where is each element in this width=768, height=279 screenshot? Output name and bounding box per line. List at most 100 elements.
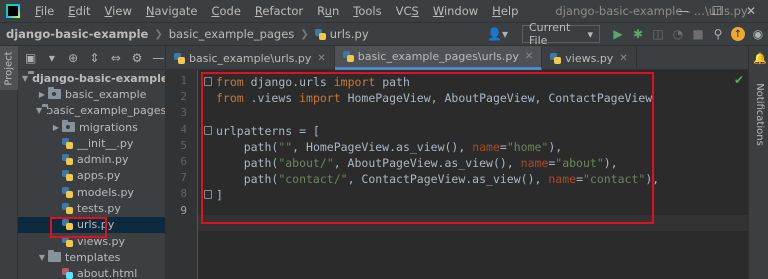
code-token: path(: [216, 156, 279, 170]
menu-window[interactable]: Window: [426, 0, 485, 22]
code-token: =: [576, 172, 583, 187]
close-icon[interactable]: ✕: [619, 53, 627, 64]
folder-icon: [48, 250, 61, 263]
menu-refactor[interactable]: Refactor: [248, 0, 310, 22]
code-token: from: [216, 91, 244, 106]
code-token: name: [520, 156, 549, 170]
line-number: 9: [180, 203, 187, 217]
tree-item-label: migrations: [79, 120, 138, 134]
tree-item[interactable]: models.py: [18, 184, 165, 200]
close-icon[interactable]: ✕: [525, 51, 533, 62]
code-token: import: [333, 75, 376, 89]
tree-item[interactable]: about.html: [18, 266, 165, 279]
tree-item[interactable]: apps.py: [18, 168, 165, 184]
expand-all-icon[interactable]: ⇔: [109, 51, 122, 65]
code-editor[interactable]: ✔ from django.urls import path from .view…: [198, 70, 748, 279]
fold-marker-icon[interactable]: [204, 77, 212, 86]
folder-icon: [48, 87, 61, 100]
hide-icon[interactable]: —: [152, 51, 165, 65]
collapse-all-icon[interactable]: ⇕: [88, 51, 101, 65]
coverage-icon[interactable]: ◫: [648, 23, 668, 45]
tree-item-label: admin.py: [77, 153, 129, 167]
tree-item[interactable]: admin.py: [18, 151, 165, 167]
project-view-icon[interactable]: ▣: [24, 51, 37, 65]
code-token: "home": [506, 139, 549, 154]
line-number: 2: [180, 90, 187, 104]
breadcrumb-folder[interactable]: basic_example_pages: [169, 27, 295, 41]
editor-tab[interactable]: views.py ✕: [542, 46, 637, 70]
tree-item-label: templates: [65, 250, 121, 264]
menu-file[interactable]: File: [28, 0, 61, 22]
profile-icon[interactable]: ◔: [668, 23, 688, 45]
ide-logo-icon[interactable]: ◉: [748, 23, 768, 45]
update-icon[interactable]: ↑: [731, 27, 745, 41]
editor-gutter: 1 2 3 4 5 6 7 8 9: [166, 70, 198, 279]
tree-item[interactable]: ▼ basic_example_pages: [18, 103, 165, 119]
python-file-icon: [314, 28, 326, 40]
breadcrumb-file[interactable]: urls.py: [330, 27, 369, 41]
project-tool-tab-label: Project: [3, 50, 15, 86]
menu-edit[interactable]: Edit: [61, 0, 97, 22]
code-token: ),: [548, 139, 563, 154]
menu-view[interactable]: View: [98, 0, 139, 22]
close-icon[interactable]: ✕: [317, 53, 325, 64]
tree-item[interactable]: ▼django-basic-exampleD:: [18, 70, 165, 86]
chevron-down-icon[interactable]: ▼: [36, 106, 42, 115]
chevron-down-icon[interactable]: ▾: [45, 51, 58, 65]
tree-item[interactable]: ▶ basic_example: [18, 86, 165, 102]
search-icon[interactable]: ⚲: [708, 23, 728, 45]
editor-tab-label: basic_example_pages\urls.py: [357, 50, 519, 63]
menu-navigate[interactable]: Navigate: [139, 0, 205, 22]
code-token: "contact": [583, 172, 646, 187]
tree-item[interactable]: tests.py: [18, 200, 165, 216]
run-icon[interactable]: ▶: [608, 23, 628, 45]
tree-item[interactable]: ▼ templates: [18, 249, 165, 265]
bell-icon[interactable]: 🔔: [753, 52, 767, 65]
tree-item[interactable]: __init__.py: [18, 135, 165, 151]
code-line: from .views import HomePageView, AboutPa…: [216, 90, 652, 106]
gear-icon[interactable]: ⚙: [130, 51, 143, 65]
menu-code[interactable]: Code: [204, 0, 247, 22]
fold-marker-icon[interactable]: [204, 125, 212, 135]
chevron-down-icon[interactable]: ▼: [22, 74, 28, 83]
tree-item-label: __init__.py: [77, 136, 134, 150]
chevron-down-icon[interactable]: ▼: [36, 253, 48, 262]
maximize-button[interactable]: ☐: [700, 0, 734, 22]
notifications-tool-tab[interactable]: Notifications: [750, 74, 768, 154]
fold-marker-icon[interactable]: [204, 190, 212, 200]
code-line: path("about/", AboutPageView.as_view(), …: [216, 155, 618, 171]
project-tool-tab[interactable]: Project: [0, 46, 18, 90]
right-tool-strip: 🔔 Notifications: [748, 46, 768, 279]
editor-tab[interactable]: basic_example_pages\urls.py ✕: [334, 46, 543, 70]
tree-item[interactable]: ▶ migrations: [18, 119, 165, 135]
checkmark-icon: ✔: [733, 73, 744, 87]
line-number: 6: [180, 155, 187, 168]
user-icon[interactable]: 👤▾: [487, 27, 508, 41]
menu-vcs[interactable]: VCS: [389, 0, 426, 22]
run-configuration-select[interactable]: Current File ▾: [522, 21, 600, 47]
debug-icon[interactable]: ✱: [628, 23, 648, 45]
project-tree: ▼django-basic-exampleD:▶basic_example ▼ ba…: [18, 70, 165, 279]
menu-tools[interactable]: Tools: [346, 0, 388, 22]
stop-icon[interactable]: ■: [688, 23, 708, 45]
breadcrumb-project[interactable]: django-basic-example: [6, 27, 148, 41]
line-number: 5: [180, 138, 187, 152]
tree-item-label: basic_example_pages: [46, 104, 166, 118]
python-file-icon: [174, 52, 185, 64]
tree-item-label: tests.py: [77, 202, 121, 216]
minimize-button[interactable]: —: [666, 0, 700, 22]
code-line: from django.urls import path: [216, 74, 410, 90]
editor-tab-label: views.py: [565, 51, 614, 65]
left-tool-strip: Project: [0, 46, 18, 279]
line-number: 3: [180, 106, 187, 120]
menu-run[interactable]: Run: [310, 0, 346, 22]
menu-help[interactable]: Help: [485, 0, 525, 22]
code-line: ]: [216, 187, 223, 203]
python-file-icon: [62, 170, 73, 182]
chevron-right-icon[interactable]: ▶: [50, 123, 62, 132]
main-menu: File Edit View Navigate Code Refactor Run Tools…: [28, 0, 525, 22]
locate-icon[interactable]: ⊕: [67, 51, 80, 65]
close-button[interactable]: ✕: [734, 0, 768, 22]
editor-tab[interactable]: basic_example\urls.py ✕: [166, 46, 335, 70]
chevron-right-icon[interactable]: ▶: [36, 90, 48, 99]
